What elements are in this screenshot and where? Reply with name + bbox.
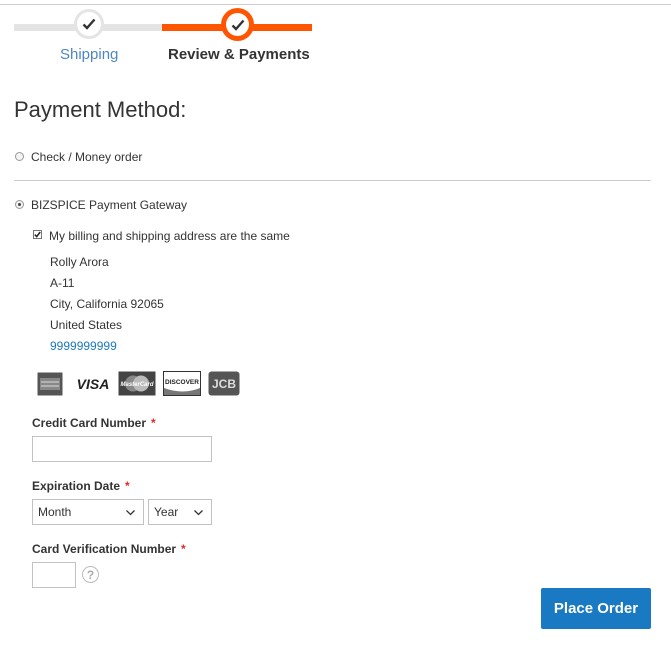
same-address-checkbox[interactable] (33, 230, 42, 239)
bizspice-gateway-label[interactable]: BIZSPICE Payment Gateway (31, 198, 187, 212)
cc-number-label-text: Credit Card Number (32, 416, 147, 430)
checkmark-icon (231, 19, 244, 31)
discover-icon: DISCOVER (163, 371, 201, 396)
expiration-month-select[interactable]: Month (32, 499, 144, 525)
month-select-value: Month (38, 505, 72, 519)
place-order-button[interactable]: Place Order (541, 588, 651, 629)
cvv-label-text: Card Verification Number (32, 542, 177, 556)
mastercard-icon: MasterCard (118, 371, 156, 396)
step-review-label: Review & Payments (168, 46, 310, 63)
required-marker: * (125, 479, 130, 493)
discover-text: DISCOVER (165, 379, 199, 386)
help-question-icon[interactable]: ? (82, 566, 99, 583)
divider (14, 180, 651, 181)
cc-number-label: Credit Card Number * (32, 416, 156, 430)
step-shipping-marker[interactable] (74, 9, 104, 39)
address-phone[interactable]: 9999999999 (50, 339, 117, 353)
chevron-down-icon (194, 510, 203, 516)
visa-text: VISA (77, 376, 110, 392)
radio-bizspice-gateway[interactable] (15, 200, 24, 209)
page-title: Payment Method: (14, 97, 187, 122)
address-street: A-11 (50, 276, 75, 290)
required-marker: * (151, 416, 156, 430)
radio-check-money-order[interactable] (15, 152, 24, 161)
expiration-label: Expiration Date * (32, 479, 130, 493)
expiration-year-select[interactable]: Year (148, 499, 212, 525)
checkout-progress: Shipping Review & Payments (0, 0, 671, 80)
cc-number-input[interactable] (32, 436, 212, 462)
step-shipping-link[interactable]: Shipping (60, 46, 118, 63)
step-review-marker (221, 8, 254, 41)
amex-icon (36, 371, 64, 396)
chevron-down-icon (126, 510, 135, 516)
expiration-label-text: Expiration Date (32, 479, 121, 493)
address-name: Rolly Arora (50, 255, 109, 269)
checkmark-icon (34, 231, 41, 238)
cvv-input[interactable] (32, 562, 76, 588)
year-select-value: Year (154, 505, 179, 519)
visa-icon: VISA (74, 371, 112, 396)
check-money-order-label[interactable]: Check / Money order (31, 150, 142, 164)
same-address-label[interactable]: My billing and shipping address are the … (49, 229, 290, 243)
required-marker: * (181, 542, 186, 556)
jcb-text: JCB (212, 377, 236, 391)
address-city: City, California 92065 (50, 297, 164, 311)
mastercard-text: MasterCard (120, 382, 153, 388)
card-type-icons: VISA MasterCard DISCOVER JCB (36, 371, 246, 397)
address-country: United States (50, 318, 123, 332)
cvv-label: Card Verification Number * (32, 542, 186, 556)
jcb-icon: JCB (208, 371, 240, 396)
checkmark-icon (82, 18, 96, 30)
